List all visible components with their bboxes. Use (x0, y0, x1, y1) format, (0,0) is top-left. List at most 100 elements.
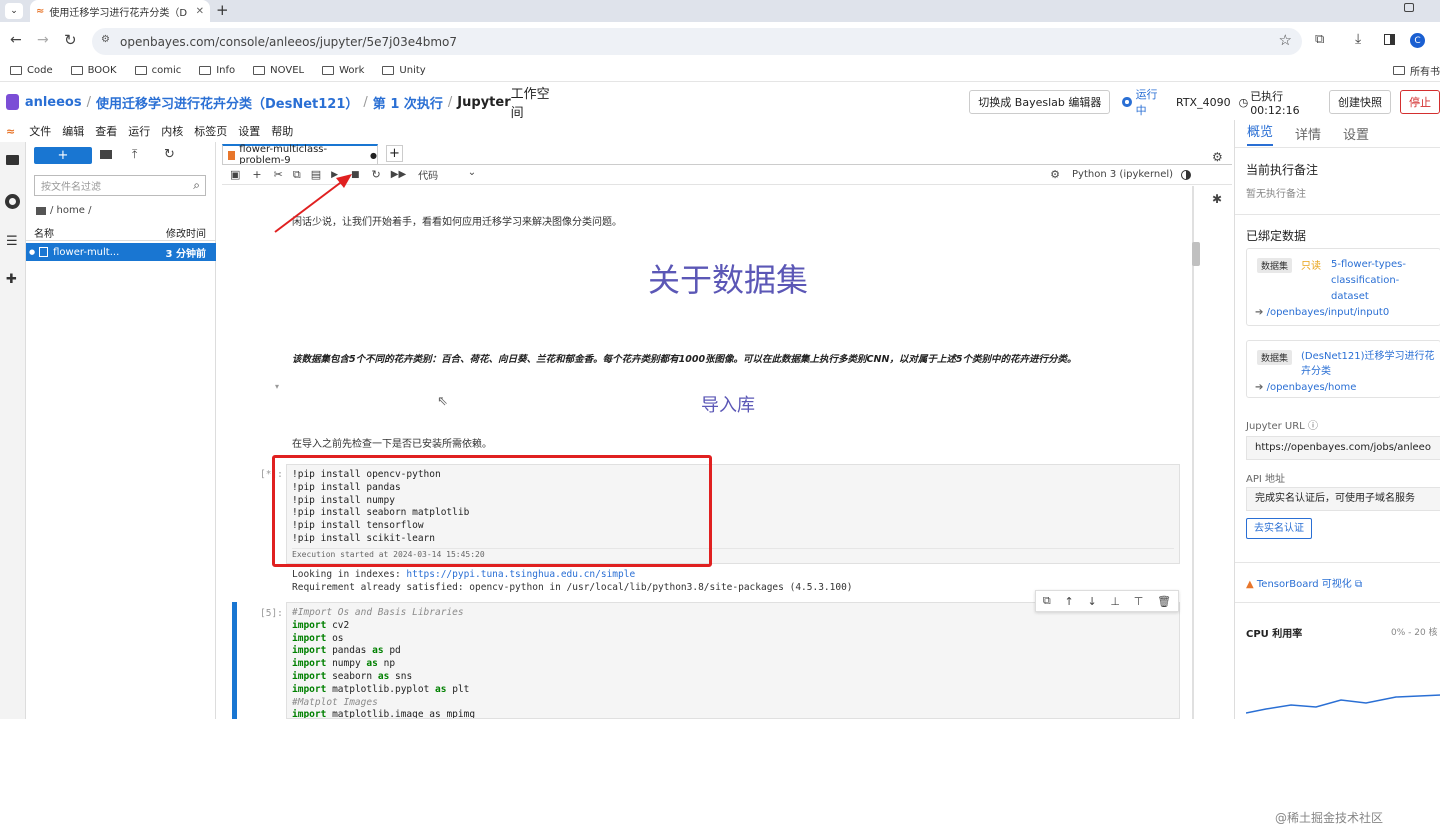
restart-kernel-icon[interactable]: ↻ (372, 168, 381, 181)
bookmark-all[interactable]: 所有书 (1393, 63, 1440, 78)
upload-icon[interactable]: ⤒ (132, 147, 137, 162)
activity-rail: ☰ ✚ (0, 142, 26, 719)
active-cell-indicator (232, 602, 237, 719)
refresh-icon[interactable]: ↻ (164, 147, 175, 162)
gpu-label: RTX_4090 (1175, 95, 1231, 109)
jupyter-url-label: Jupyter URL ⓘ (1246, 421, 1318, 432)
bookmark-info[interactable]: Info (199, 65, 235, 76)
menu-edit[interactable]: 编辑 (62, 123, 84, 139)
breadcrumb-run[interactable]: 第 1 次执行 (373, 93, 443, 112)
divider (1235, 602, 1440, 603)
site-info-icon[interactable]: ⚙ (101, 34, 110, 45)
duplicate-cell-icon[interactable]: ⧉ (1043, 594, 1051, 608)
code-cell-imports[interactable]: #Import Os and Basis Libraries import cv… (286, 602, 1180, 719)
kernel-name[interactable]: Python 3 (ipykernel) (1072, 169, 1173, 180)
column-name[interactable]: 名称 (34, 225, 54, 240)
dataset-name[interactable]: (DesNet121)迁移学习进行花卉分类 (1301, 349, 1439, 379)
tab-overview[interactable]: 概览 (1247, 121, 1274, 146)
file-row[interactable]: ● flower-mult... 3 分钟前 (26, 243, 216, 261)
notebook-tab[interactable]: flower-multiclass-problem-9 ● (222, 144, 378, 166)
address-bar[interactable]: ⚙ openbayes.com/console/anleeos/jupyter/… (92, 28, 1302, 55)
toc-icon[interactable]: ☰ (6, 234, 18, 249)
bookmark-unity[interactable]: Unity (382, 65, 426, 76)
window-restore-icon[interactable] (1404, 3, 1414, 12)
move-down-icon[interactable]: ↓ (1087, 595, 1096, 608)
breadcrumb-user[interactable]: anleeos (25, 95, 82, 110)
bookmark-comic[interactable]: comic (134, 65, 181, 76)
right-panel-tabs: 概览 详情 设置 (1235, 120, 1440, 148)
kernel-settings-icon[interactable]: ⚙ (1050, 168, 1060, 181)
dataset-card-2[interactable]: 数据集 (DesNet121)迁移学习进行花卉分类 ➔ /openbayes/h… (1246, 340, 1440, 398)
save-icon[interactable]: ▣ (230, 168, 240, 181)
move-up-icon[interactable]: ↑ (1064, 595, 1073, 608)
restart-run-all-icon[interactable]: ▶▶ (391, 169, 406, 180)
delete-cell-icon[interactable]: 🗑 (1157, 595, 1171, 608)
folder-icon[interactable] (6, 155, 19, 165)
openbayes-logo-icon[interactable] (6, 94, 19, 110)
dataset-path: ➔ /openbayes/home (1255, 382, 1357, 393)
bookmark-work[interactable]: Work (322, 65, 364, 76)
bookmark-star-icon[interactable]: ☆ (1279, 31, 1292, 49)
insert-above-icon[interactable]: ⊥ (1110, 595, 1120, 608)
browser-toolbar: ← → ↻ ⚙ openbayes.com/console/anleeos/ju… (0, 22, 1440, 60)
menu-tabs[interactable]: 标签页 (194, 123, 227, 139)
folder-icon (10, 66, 22, 75)
new-tab-icon[interactable]: + (216, 1, 229, 19)
side-panel-icon[interactable] (1384, 34, 1395, 45)
file-filter-input[interactable]: 按文件名过滤 ⌕ (34, 175, 206, 196)
dataset-card-1[interactable]: 数据集 只读 5-flower-types-classification-dat… (1246, 248, 1440, 326)
bookmark-code[interactable]: Code (10, 65, 53, 76)
menu-settings[interactable]: 设置 (238, 123, 260, 139)
jupyter-menubar: ≈ 文件 编辑 查看 运行 内核 标签页 设置 帮助 (0, 120, 1232, 142)
breadcrumb-project[interactable]: 使用迁移学习进行花卉分类（DesNet121） (96, 93, 358, 112)
download-icon[interactable]: ⤓ (1355, 31, 1361, 47)
jupyter-url-field[interactable]: https://openbayes.com/jobs/anleeo (1246, 436, 1440, 460)
divider (1235, 214, 1440, 215)
verify-identity-button[interactable]: 去实名认证 (1246, 518, 1312, 539)
collapse-chevron-icon[interactable]: ▾ (275, 382, 279, 391)
menu-kernel[interactable]: 内核 (161, 123, 183, 139)
insert-cell-icon[interactable]: + (252, 168, 261, 181)
tab-search-chevron-icon[interactable]: ⌄ (5, 3, 23, 19)
bound-data-title: 已绑定数据 (1246, 229, 1307, 243)
tab-details[interactable]: 详情 (1295, 124, 1321, 143)
new-folder-icon[interactable] (100, 150, 112, 159)
running-status-icon (1122, 97, 1132, 107)
breadcrumb-workspace: 工作空间 (510, 87, 550, 121)
new-launcher-button[interactable]: + (34, 147, 92, 164)
dataset-name[interactable]: 5-flower-types-classification-dataset (1331, 257, 1431, 305)
extensions-puzzle-icon[interactable]: ✚ (6, 272, 17, 287)
browser-tab[interactable]: ≈ 使用迁移学习进行花卉分类（D ✕ (30, 0, 210, 22)
check-deps-text: 在导入之前先检查一下是否已安装所需依赖。 (292, 439, 492, 450)
bookmark-book[interactable]: BOOK (70, 65, 117, 76)
back-icon[interactable]: ← (10, 32, 22, 48)
debugger-icon[interactable]: ✱ (1212, 192, 1222, 206)
bookmark-novel[interactable]: NOVEL (253, 65, 304, 76)
unsaved-dot-icon[interactable]: ● (370, 151, 377, 160)
reload-icon[interactable]: ↻ (64, 31, 77, 49)
menu-run[interactable]: 运行 (128, 123, 150, 139)
insert-below-icon[interactable]: ⊤ (1134, 595, 1144, 608)
menu-help[interactable]: 帮助 (271, 123, 293, 139)
close-tab-icon[interactable]: ✕ (196, 6, 204, 17)
property-inspector-icon[interactable]: ⚙ (1212, 150, 1223, 164)
menu-view[interactable]: 查看 (95, 123, 117, 139)
extensions-icon[interactable]: ⧉ (1315, 32, 1324, 47)
scrollbar-thumb[interactable] (1192, 242, 1200, 266)
tab-settings[interactable]: 设置 (1343, 124, 1369, 143)
switch-editor-button[interactable]: 切换成 Bayeslab 编辑器 (969, 90, 1111, 114)
app-header: anleeos / 使用迁移学习进行花卉分类（DesNet121） / 第 1 … (0, 86, 1440, 121)
stop-button[interactable]: 停止 (1399, 90, 1440, 114)
info-icon[interactable]: ⓘ (1308, 421, 1318, 432)
menu-file[interactable]: 文件 (29, 123, 51, 139)
create-snapshot-button[interactable]: 创建快照 (1328, 90, 1391, 114)
running-kernels-icon[interactable] (5, 194, 20, 209)
profile-avatar[interactable]: C (1410, 33, 1425, 48)
cell-type-select[interactable]: 代码 ⌄ (418, 167, 476, 182)
column-modified[interactable]: 修改时间 (166, 225, 206, 240)
new-tab-button[interactable]: + (386, 145, 403, 162)
forward-icon[interactable]: → (37, 32, 49, 48)
tensorboard-link[interactable]: ▲ TensorBoard 可视化 ⧉ (1246, 575, 1362, 590)
home-folder-icon[interactable] (36, 206, 46, 215)
pypi-link[interactable]: https://pypi.tuna.tsinghua.edu.cn/simple (406, 569, 635, 580)
